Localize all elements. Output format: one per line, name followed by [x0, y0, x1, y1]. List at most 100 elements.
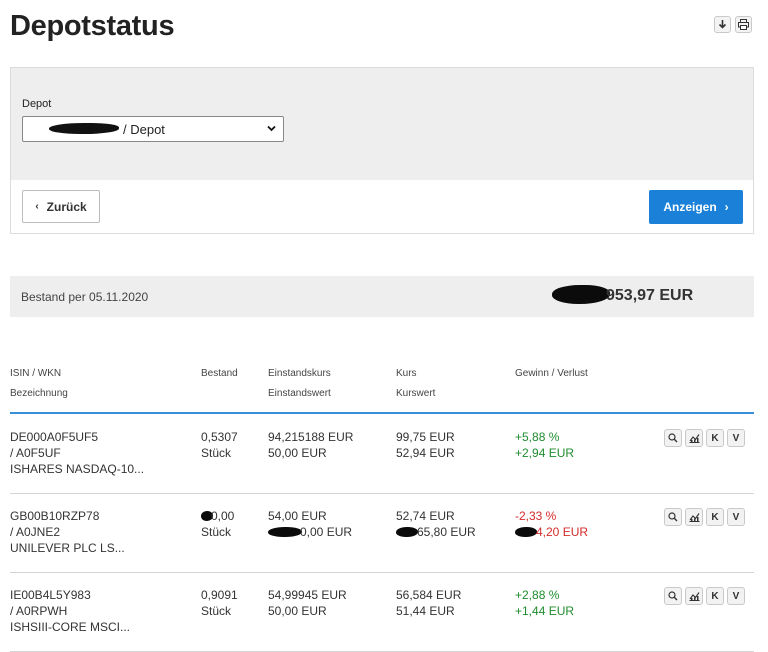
- table-row: GB00B10RZP78 / A0JNE2 UNILEVER PLC LS...…: [10, 494, 754, 573]
- row-name[interactable]: ISHSIII-CORE MSCI...: [10, 619, 130, 635]
- header-bestand: Bestand: [201, 368, 238, 379]
- row-wkn: / A0RPWH: [10, 604, 68, 618]
- download-icon[interactable]: [714, 16, 731, 33]
- row-kurswert: 52,94 EUR: [396, 446, 455, 460]
- row-gv-prozent: -2,33 %: [515, 509, 557, 523]
- search-icon[interactable]: [664, 429, 682, 447]
- header-kurs: Kurs: [396, 368, 417, 379]
- row-actions: K V: [664, 508, 745, 526]
- row-einstandswert-wrap: 0,00 EUR: [268, 524, 352, 540]
- row-name[interactable]: ISHARES NASDAQ-10...: [10, 461, 144, 477]
- table-row: DE000A0F5UF5 / A0F5UF ISHARES NASDAQ-10.…: [10, 415, 754, 494]
- row-gv-wert: +1,44 EUR: [515, 604, 575, 618]
- row-einheit: Stück: [201, 446, 232, 460]
- row-kurs: 56,584 EUR: [396, 588, 462, 602]
- show-button[interactable]: Anzeigen ›: [649, 190, 743, 224]
- verkaufen-button[interactable]: V: [727, 587, 745, 605]
- redacted-bestand-amount: [552, 285, 610, 304]
- row-isin[interactable]: DE000A0F5UF5: [10, 429, 144, 445]
- top-toolbar: [714, 16, 752, 33]
- chart-icon[interactable]: [685, 587, 703, 605]
- row-gv-wert: +2,94 EUR: [515, 446, 575, 460]
- cell-bestand: 0,5307 Stück: [201, 429, 238, 461]
- cell-security: DE000A0F5UF5 / A0F5UF ISHARES NASDAQ-10.…: [10, 429, 144, 477]
- row-kurswert: 65,80 EUR: [417, 525, 476, 539]
- row-kurs: 52,74 EUR: [396, 509, 455, 523]
- bestand-summary: Bestand per 05.11.2020 953,97 EUR: [10, 276, 754, 317]
- redacted-depot-number: [49, 123, 119, 134]
- header-kurswert: Kurswert: [396, 388, 436, 399]
- cell-einstand: 54,00 EUR 0,00 EUR: [268, 508, 352, 540]
- cell-einstand: 54,99945 EUR 50,00 EUR: [268, 587, 347, 619]
- row-einstandskurs: 94,215188 EUR: [268, 430, 354, 444]
- cell-security: GB00B10RZP78 / A0JNE2 UNILEVER PLC LS...: [10, 508, 125, 556]
- search-icon[interactable]: [664, 508, 682, 526]
- chevron-right-icon: ›: [724, 200, 729, 214]
- row-bestand: 0,00: [211, 509, 235, 523]
- row-kurs: 99,75 EUR: [396, 430, 455, 444]
- kaufen-button[interactable]: K: [706, 429, 724, 447]
- bestand-label: Bestand per 05.11.2020: [21, 290, 149, 304]
- kaufen-button[interactable]: K: [706, 587, 724, 605]
- kaufen-button[interactable]: K: [706, 508, 724, 526]
- depot-label: Depot: [22, 98, 52, 110]
- row-bestand: 0,9091: [201, 588, 238, 602]
- cell-kurs: 56,584 EUR 51,44 EUR: [396, 587, 461, 619]
- row-einheit: Stück: [201, 525, 232, 539]
- print-icon[interactable]: [735, 16, 752, 33]
- verkaufen-button[interactable]: V: [727, 429, 745, 447]
- cell-kurs: 99,75 EUR 52,94 EUR: [396, 429, 455, 461]
- row-einstandswert: 50,00 EUR: [268, 604, 327, 618]
- row-wkn: / A0JNE2: [10, 525, 61, 539]
- cell-gewinn-verlust: +5,88 % +2,94 EUR: [515, 429, 574, 461]
- redacted-value: [268, 527, 302, 537]
- row-kurswert: 51,44 EUR: [396, 604, 455, 618]
- depot-form-panel: Depot / Depot ‹ Zurück Anzeigen ›: [10, 67, 754, 234]
- row-einstandswert: 50,00 EUR: [268, 446, 327, 460]
- header-isin-wkn: ISIN / WKN: [10, 368, 62, 379]
- back-button-label: Zurück: [46, 199, 87, 214]
- depot-select[interactable]: / Depot: [22, 116, 284, 142]
- header-bezeichnung: Bezeichnung: [10, 388, 68, 399]
- verkaufen-button[interactable]: V: [727, 508, 745, 526]
- redacted-value: [515, 527, 537, 537]
- cell-gewinn-verlust: +2,88 % +1,44 EUR: [515, 587, 574, 619]
- row-actions: K V: [664, 587, 745, 605]
- chevron-left-icon: ‹: [35, 201, 39, 212]
- row-einstandskurs: 54,00 EUR: [268, 509, 327, 523]
- depot-form-upper: Depot / Depot: [11, 68, 753, 180]
- header-gewinn-verlust: Gewinn / Verlust: [515, 368, 588, 379]
- row-isin[interactable]: GB00B10RZP78: [10, 508, 125, 524]
- back-button[interactable]: ‹ Zurück: [22, 190, 100, 223]
- row-gv-wert-wrap: 4,20 EUR: [515, 524, 588, 540]
- page-title: Depotstatus: [10, 10, 175, 42]
- cell-kurs: 52,74 EUR 65,80 EUR: [396, 508, 476, 540]
- row-actions: K V: [664, 429, 745, 447]
- table-row: IE00B4L5Y983 / A0RPWH ISHSIII-CORE MSCI.…: [10, 573, 754, 652]
- row-einheit: Stück: [201, 604, 232, 618]
- row-gv-prozent: +5,88 %: [515, 430, 560, 444]
- row-gv-prozent: +2,88 %: [515, 588, 560, 602]
- cell-gewinn-verlust: -2,33 % 4,20 EUR: [515, 508, 588, 540]
- header-einstandskurs: Einstandskurs: [268, 368, 331, 379]
- table-header: ISIN / WKN Bezeichnung Bestand Einstands…: [10, 364, 754, 414]
- show-button-label: Anzeigen: [663, 200, 717, 214]
- chart-icon[interactable]: [685, 429, 703, 447]
- row-einstandskurs: 54,99945 EUR: [268, 588, 347, 602]
- search-icon[interactable]: [664, 587, 682, 605]
- cell-einstand: 94,215188 EUR 50,00 EUR: [268, 429, 353, 461]
- row-name[interactable]: UNILEVER PLC LS...: [10, 540, 125, 556]
- cell-security: IE00B4L5Y983 / A0RPWH ISHSIII-CORE MSCI.…: [10, 587, 130, 635]
- row-wkn: / A0F5UF: [10, 446, 61, 460]
- header-einstandswert: Einstandswert: [268, 388, 331, 399]
- row-bestand-wrap: 0,00: [201, 508, 234, 524]
- chart-icon[interactable]: [685, 508, 703, 526]
- cell-bestand: 0,9091 Stück: [201, 587, 238, 619]
- redacted-value: [396, 527, 418, 537]
- cell-bestand: 0,00 Stück: [201, 508, 234, 540]
- chevron-down-icon: [267, 125, 276, 132]
- row-bestand: 0,5307: [201, 430, 238, 444]
- row-gv-wert: 4,20 EUR: [536, 525, 589, 539]
- depot-select-value: / Depot: [123, 122, 165, 137]
- row-isin[interactable]: IE00B4L5Y983: [10, 587, 130, 603]
